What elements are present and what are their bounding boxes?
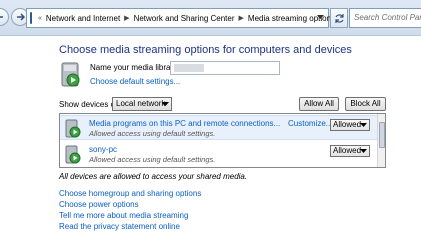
device-status: Allowed access using default settings. <box>89 155 216 164</box>
breadcrumb-network-internet[interactable]: Network and Internet <box>46 14 120 23</box>
customize-link[interactable]: Customize... <box>288 119 332 128</box>
search-input[interactable]: Search Control Panel <box>349 8 421 28</box>
chevron-down-icon <box>360 123 367 127</box>
chevron-down-icon <box>162 102 169 106</box>
device-row[interactable]: Media programs on this PC and remote con… <box>60 115 378 140</box>
sharing-note: All devices are allowed to access your s… <box>59 172 248 181</box>
media-device-icon <box>65 119 81 138</box>
device-list-scrollbar[interactable] <box>377 114 385 167</box>
redacted-text <box>174 64 204 72</box>
chevron-down-icon[interactable] <box>317 15 324 20</box>
permission-value: Allowed <box>333 120 362 129</box>
device-name[interactable]: sony-pc <box>89 145 117 154</box>
media-library-icon <box>61 62 80 87</box>
choose-default-settings-link[interactable]: Choose default settings... <box>90 77 180 86</box>
network-select-value: Local network <box>116 99 166 108</box>
homegroup-sharing-link[interactable]: Choose homegroup and sharing options <box>59 189 201 198</box>
library-name-label: Name your media library: <box>90 63 180 72</box>
library-name-field[interactable] <box>170 61 280 75</box>
back-button[interactable] <box>0 8 9 26</box>
chevron-right-icon[interactable]: ▶ <box>239 14 244 22</box>
refresh-button[interactable] <box>330 8 348 28</box>
control-panel-icon <box>30 12 32 24</box>
chevron-down-icon <box>360 149 367 153</box>
network-select[interactable]: Local network <box>112 97 172 111</box>
back-arrow-icon <box>0 16 3 18</box>
allow-all-button[interactable]: Allow All <box>299 97 339 111</box>
refresh-icon <box>335 14 344 23</box>
block-all-button[interactable]: Block All <box>345 97 386 111</box>
privacy-statement-link[interactable]: Read the privacy statement online <box>59 222 180 231</box>
address-bar[interactable]: « Network and Internet ▶ Network and Sha… <box>26 8 335 28</box>
media-streaming-help-link[interactable]: Tell me more about media streaming <box>59 211 188 220</box>
device-name[interactable]: Media programs on this PC and remote con… <box>89 119 280 128</box>
page-title: Choose media streaming options for compu… <box>59 44 352 56</box>
device-list: Media programs on this PC and remote con… <box>59 113 386 168</box>
permission-select[interactable]: Allowed <box>330 119 370 131</box>
device-row[interactable]: sony-pc Allowed access using default set… <box>60 142 378 167</box>
breadcrumb-sharing-center[interactable]: Network and Sharing Center <box>134 14 235 23</box>
power-options-link[interactable]: Choose power options <box>59 200 139 209</box>
permission-value: Allowed <box>333 146 362 155</box>
media-device-icon <box>65 145 81 164</box>
scrollbar-thumb[interactable] <box>379 122 385 148</box>
device-status: Allowed access using default settings. <box>89 129 216 138</box>
address-toolbar: « Network and Internet ▶ Network and Sha… <box>0 0 421 36</box>
forward-arrow-icon <box>17 13 25 21</box>
chevron-right-icon[interactable]: « <box>38 15 42 22</box>
permission-select[interactable]: Allowed <box>330 145 370 157</box>
chevron-right-icon[interactable]: ▶ <box>124 14 129 22</box>
